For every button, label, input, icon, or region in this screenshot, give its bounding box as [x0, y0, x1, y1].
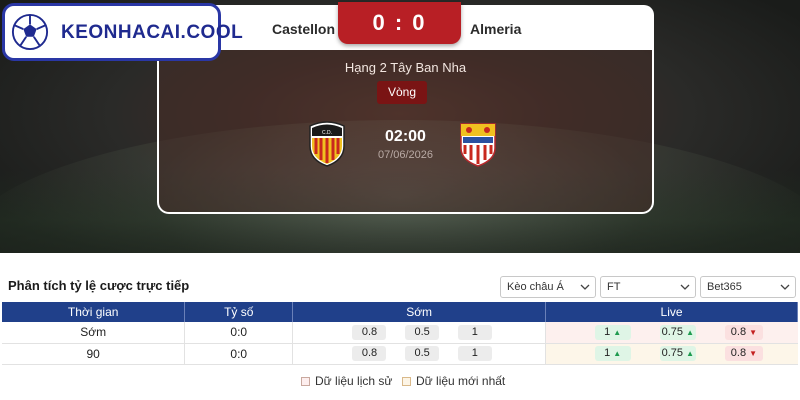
- early-odd-home: 0.8: [352, 346, 387, 361]
- live-odd-line: 0.75 ▲: [659, 324, 696, 340]
- bookmaker-value: Bet365: [707, 281, 742, 293]
- row-score: 0:0: [184, 322, 294, 344]
- odds-up-icon: ▲: [686, 349, 694, 358]
- early-odd-line: 0.5: [405, 346, 440, 361]
- chevron-down-icon: [780, 284, 790, 290]
- legend-history-label: Dữ liệu lịch sử: [315, 374, 393, 388]
- table-row[interactable]: 90 0:0 0.8 0.5 1 1 ▲ 0.75 ▲ 0.8 ▼: [2, 343, 798, 365]
- early-odd-away: 1: [457, 324, 492, 340]
- row-time: 90: [2, 343, 186, 365]
- live-odds-cell: 1 ▲ 0.75 ▲ 0.8 ▼: [545, 322, 798, 344]
- live-odds-cell: 1 ▲ 0.75 ▲ 0.8 ▼: [545, 343, 798, 365]
- column-header-live: Live: [545, 302, 798, 322]
- legend-history-swatch: [301, 377, 310, 386]
- legend-latest-label: Dữ liệu mới nhất: [416, 374, 506, 388]
- column-header-time: Thời gian: [2, 302, 186, 322]
- period-value: FT: [607, 281, 621, 293]
- table-header-row: Thời gian Tỷ số Sớm Live: [2, 302, 798, 322]
- odds-up-icon: ▲: [613, 349, 622, 358]
- site-logo[interactable]: KEONHACAI.COOL: [2, 3, 243, 61]
- early-odds-cell: 0.8 0.5 1: [292, 322, 547, 344]
- row-score: 0:0: [184, 343, 294, 365]
- live-odd-line-value: 0.75: [661, 325, 683, 338]
- odds-type-value: Kèo châu Á: [507, 281, 564, 293]
- early-odds-cell: 0.8 0.5 1: [292, 343, 547, 365]
- odds-table: Thời gian Tỷ số Sớm Live Sớm 0:0 0.8 0.5…: [2, 302, 798, 365]
- live-odd-home: 1 ▲: [594, 324, 631, 340]
- early-odd-away: 1: [457, 346, 492, 361]
- column-header-early: Sớm: [292, 302, 547, 322]
- odds-section-title: Phân tích tỷ lệ cược trực tiếp: [8, 278, 190, 293]
- live-odd-home: 1 ▲: [594, 346, 631, 361]
- league-name[interactable]: Hạng 2 Tây Ban Nha: [159, 60, 652, 75]
- live-odd-away-value: 0.8: [730, 347, 747, 359]
- bookmaker-select[interactable]: Bet365: [700, 276, 796, 298]
- odds-down-icon: ▼: [749, 327, 758, 337]
- chevron-down-icon: [680, 284, 690, 290]
- kickoff-date: 07/06/2026: [377, 149, 434, 161]
- round-button[interactable]: Vòng: [377, 81, 427, 104]
- match-score: 0 : 0: [372, 10, 427, 35]
- row-time: Sớm: [2, 322, 186, 344]
- column-header-score: Tỷ số: [184, 302, 294, 322]
- live-odd-line: 0.75 ▲: [659, 346, 696, 361]
- legend-history: Dữ liệu lịch sử: [301, 374, 392, 388]
- live-odd-home-value: 1: [604, 325, 611, 338]
- live-odd-home-value: 1: [604, 347, 611, 359]
- early-odd-home: 0.8: [352, 324, 387, 340]
- match-info-card: Hạng 2 Tây Ban Nha Vòng C.D. 02:00 07/06…: [157, 50, 654, 214]
- period-select[interactable]: FT: [600, 276, 696, 298]
- table-row[interactable]: Sớm 0:0 0.8 0.5 1 1 ▲ 0.75 ▲ 0.8 ▼: [2, 322, 798, 344]
- odds-up-icon: ▲: [613, 327, 622, 337]
- live-odd-away: 0.8 ▼: [724, 346, 763, 361]
- logo-text: KEONHACAI.COOL: [61, 22, 244, 43]
- away-team-name[interactable]: Almeria: [470, 21, 521, 37]
- score-box: 0 : 0: [338, 2, 461, 44]
- odds-up-icon: ▲: [686, 327, 694, 337]
- odds-down-icon: ▼: [749, 349, 758, 358]
- home-team-name[interactable]: Castellon: [272, 21, 335, 37]
- almeria-crest-icon[interactable]: [455, 118, 501, 168]
- early-odd-line: 0.5: [405, 324, 440, 340]
- odds-type-select[interactable]: Kèo châu Á: [500, 276, 596, 298]
- live-odd-away-value: 0.8: [730, 325, 747, 338]
- legend-latest-swatch: [402, 377, 411, 386]
- live-odd-line-value: 0.75: [661, 347, 683, 359]
- live-odd-away: 0.8 ▼: [724, 324, 763, 340]
- kickoff-time: 02:00: [385, 128, 426, 145]
- legend-latest: Dữ liệu mới nhất: [402, 374, 505, 388]
- chevron-down-icon: [580, 284, 590, 290]
- soccer-ball-icon: [11, 13, 49, 51]
